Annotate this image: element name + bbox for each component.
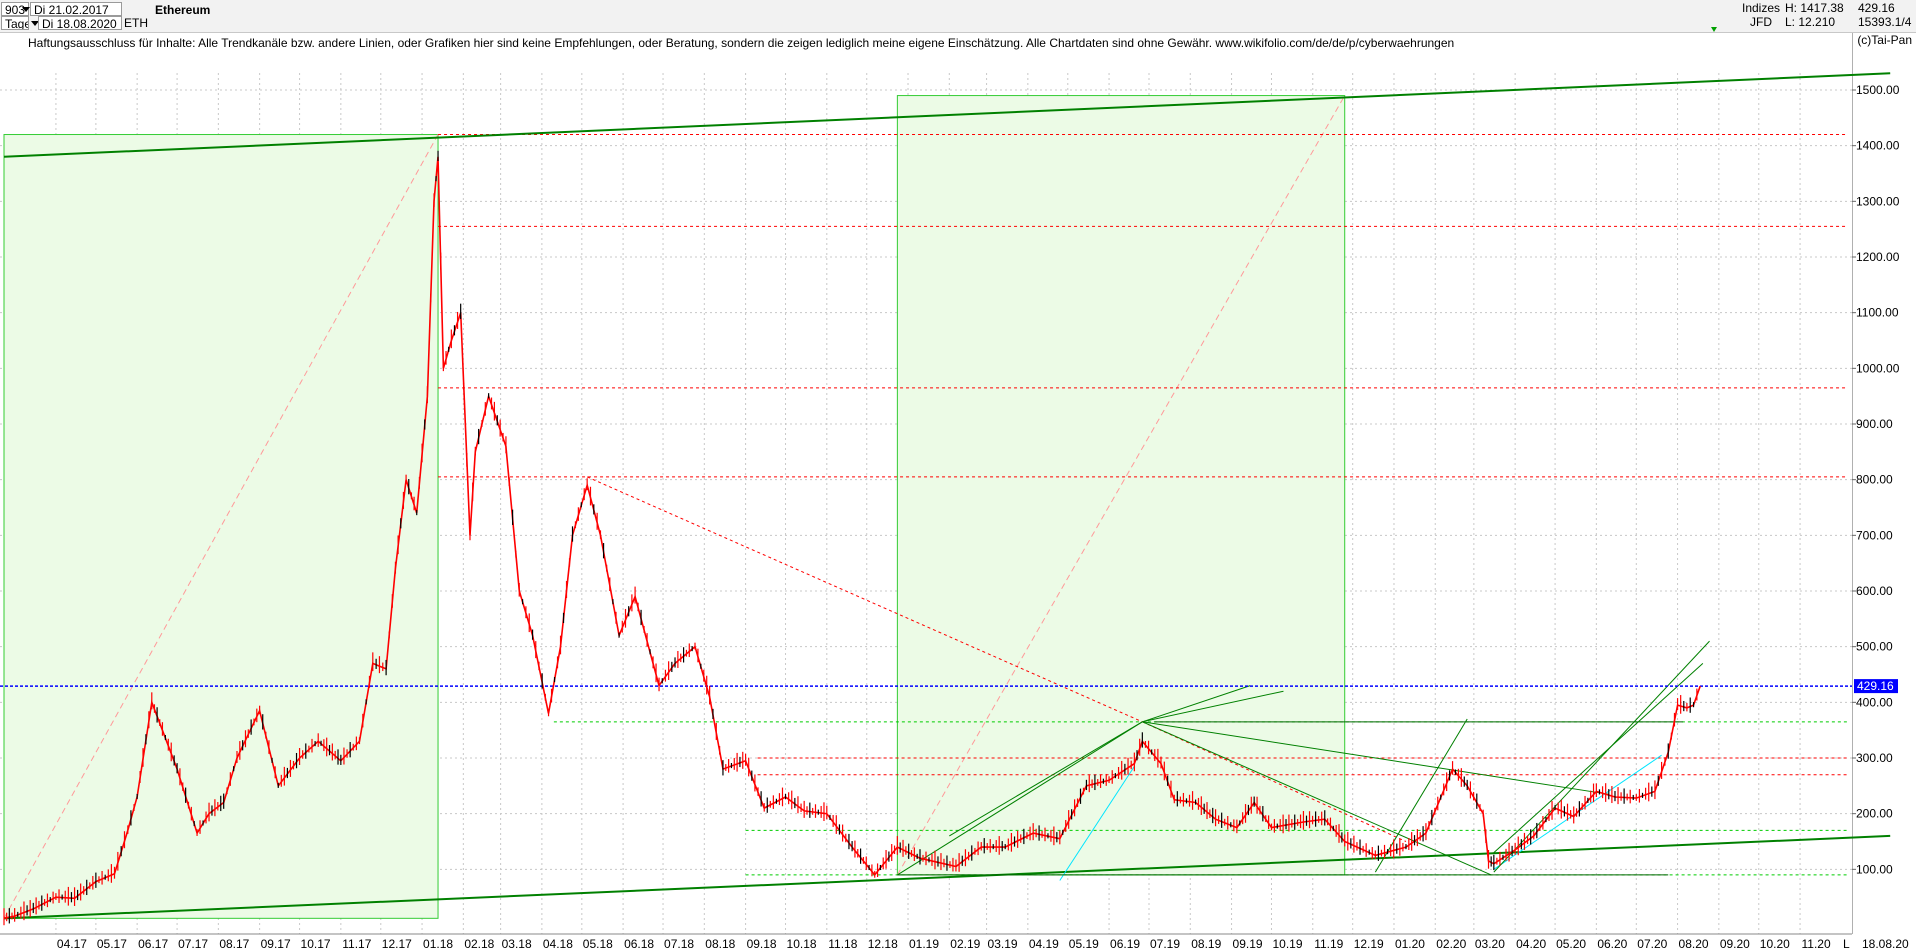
y-tick-label: 1100.00 bbox=[1856, 306, 1899, 320]
y-tick-label: 900.00 bbox=[1856, 417, 1893, 431]
x-tick-label: 07.20 bbox=[1637, 937, 1667, 951]
y-tick-label: 1000.00 bbox=[1856, 361, 1900, 375]
annotation-layer bbox=[0, 72, 1891, 920]
x-tick-label: 08.17 bbox=[219, 937, 249, 951]
x-tick-label: 02.20 bbox=[1436, 937, 1466, 951]
x-tick-label: 04.19 bbox=[1029, 937, 1059, 951]
x-tick-label: 10.20 bbox=[1760, 937, 1790, 951]
x-tick-label: 08.20 bbox=[1679, 937, 1709, 951]
x-tick-label: 04.17 bbox=[57, 937, 87, 951]
x-axis-marker: L bbox=[1843, 937, 1850, 951]
disclaimer-text: Haftungsausschluss für Inhalte: Alle Tre… bbox=[28, 36, 1455, 50]
y-tick-label: 400.00 bbox=[1856, 695, 1893, 709]
y-tick-label: 100.00 bbox=[1856, 862, 1893, 876]
x-tick-label: 05.18 bbox=[583, 937, 613, 951]
x-tick-label: 10.19 bbox=[1272, 937, 1302, 951]
x-tick-label: 12.19 bbox=[1354, 937, 1384, 951]
y-tick-label: 600.00 bbox=[1856, 584, 1893, 598]
x-tick-label: 05.19 bbox=[1069, 937, 1099, 951]
x-tick-label: 11.19 bbox=[1314, 937, 1343, 951]
x-tick-label: 11.20 bbox=[1801, 937, 1830, 951]
x-tick-label: 09.19 bbox=[1233, 937, 1263, 951]
current-price-label: 429.16 bbox=[1857, 679, 1894, 693]
x-tick-label: 06.17 bbox=[138, 937, 168, 951]
x-tick-label: 08.18 bbox=[705, 937, 735, 951]
x-tick-label: 04.18 bbox=[543, 937, 573, 951]
x-end-label: 18.08.20 bbox=[1862, 937, 1909, 951]
y-tick-label: 1200.00 bbox=[1856, 250, 1900, 264]
copyright-label: (c)Tai-Pan bbox=[1857, 33, 1912, 47]
x-tick-label: 05.17 bbox=[97, 937, 127, 951]
x-tick-label: 04.20 bbox=[1516, 937, 1546, 951]
y-tick-label: 1400.00 bbox=[1856, 139, 1900, 153]
uptrend-line bbox=[1374, 718, 1468, 873]
x-tick-label: 07.18 bbox=[664, 937, 694, 951]
x-tick-label: 03.19 bbox=[988, 937, 1018, 951]
y-tick-label: 1500.00 bbox=[1856, 83, 1900, 97]
x-tick-label: 06.18 bbox=[624, 937, 654, 951]
y-tick-label: 500.00 bbox=[1856, 640, 1893, 654]
y-tick-label: 1300.00 bbox=[1856, 194, 1900, 208]
x-tick-label: 01.19 bbox=[909, 937, 939, 951]
y-tick-label: 800.00 bbox=[1856, 473, 1893, 487]
x-tick-label: 09.18 bbox=[747, 937, 777, 951]
x-tick-label: 09.20 bbox=[1720, 937, 1750, 951]
x-tick-label: 02.19 bbox=[950, 937, 980, 951]
y-tick-label: 300.00 bbox=[1856, 751, 1893, 765]
x-tick-label: 07.19 bbox=[1150, 937, 1180, 951]
x-tick-label: 07.17 bbox=[178, 937, 208, 951]
price-chart[interactable]: 100.00 200.00 300.00 400.00 500.00 600.00 700.… bbox=[0, 0, 1916, 952]
x-tick-label: 06.19 bbox=[1110, 937, 1140, 951]
y-tick-label: 700.00 bbox=[1856, 528, 1893, 542]
uptrend-line bbox=[1493, 640, 1710, 873]
x-tick-label: 01.18 bbox=[423, 937, 453, 951]
x-tick-label: 08.19 bbox=[1191, 937, 1221, 951]
x-tick-label: 02.18 bbox=[464, 937, 494, 951]
x-tick-label: 01.20 bbox=[1395, 937, 1425, 951]
x-tick-label: 12.17 bbox=[382, 937, 412, 951]
x-tick-label: 03.20 bbox=[1475, 937, 1505, 951]
x-tick-label: 10.17 bbox=[301, 937, 331, 951]
x-tick-label: 03.18 bbox=[502, 937, 532, 951]
x-tick-label: 10.18 bbox=[787, 937, 817, 951]
x-tick-label: 09.17 bbox=[261, 937, 291, 951]
y-tick-label: 200.00 bbox=[1856, 807, 1893, 821]
x-tick-label: 05.20 bbox=[1556, 937, 1586, 951]
x-tick-label: 12.18 bbox=[868, 937, 898, 951]
x-tick-label: 11.17 bbox=[342, 937, 371, 951]
x-tick-label: 06.20 bbox=[1597, 937, 1627, 951]
x-tick-label: 11.18 bbox=[828, 937, 857, 951]
